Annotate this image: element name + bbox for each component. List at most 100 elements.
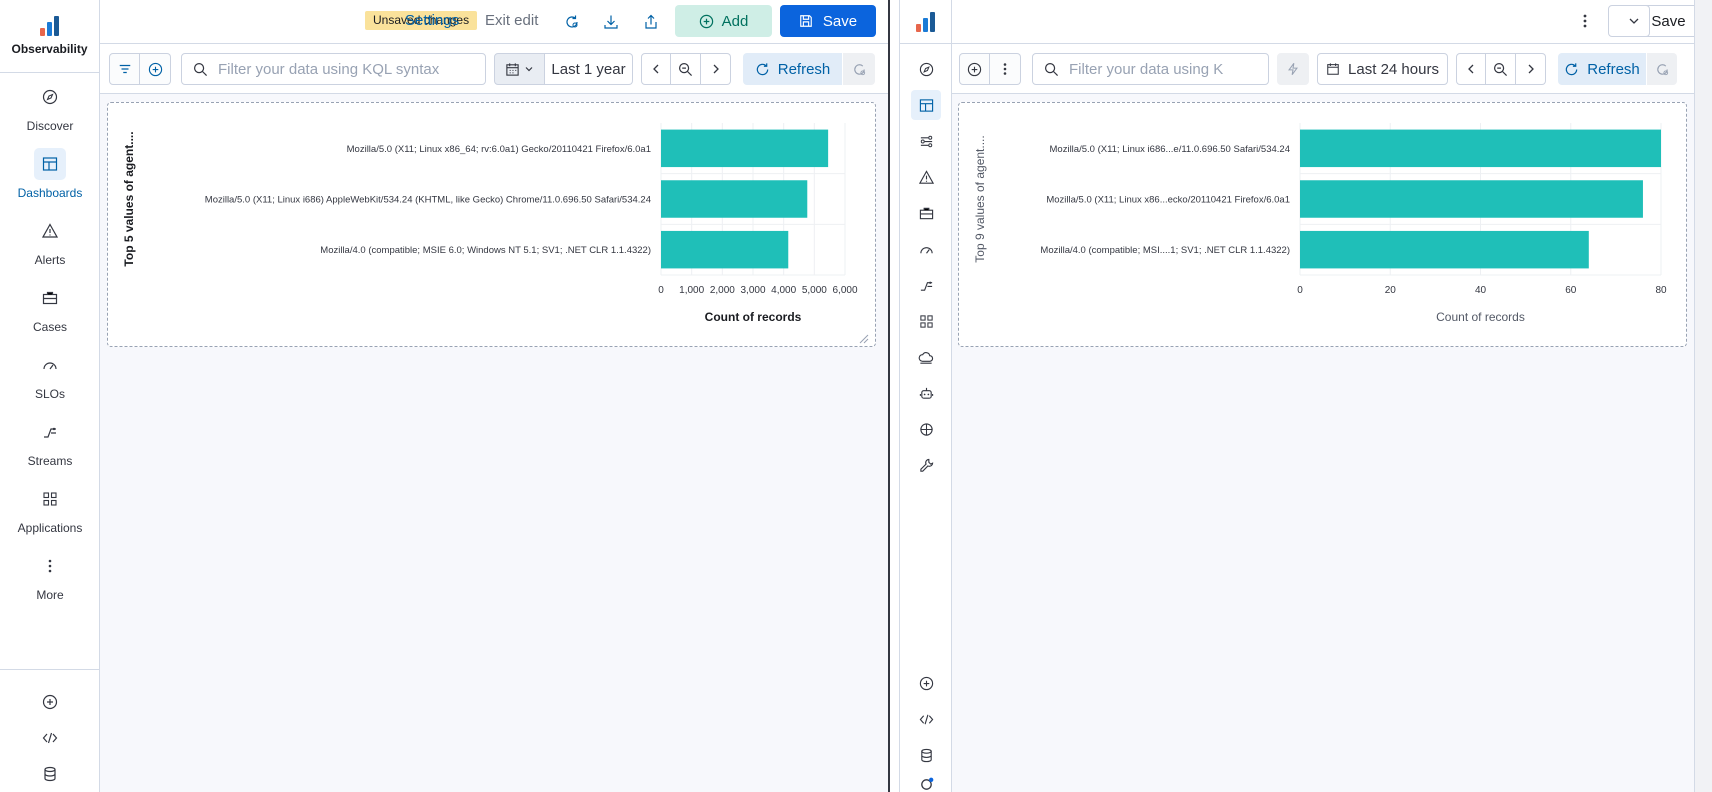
tick-label: 20 (1385, 285, 1397, 296)
nav-item-label: Applications (17, 520, 83, 535)
refresh-icon (1566, 62, 1578, 75)
nav-item-applications[interactable]: Applications (0, 475, 100, 542)
nav-item-slos[interactable]: SLOs (0, 341, 100, 408)
nav-item-dashboards[interactable]: Dashboards (0, 140, 100, 207)
chart-panel-left[interactable]: Mozilla/5.0 (X11; Linux x86_64; rv:6.0a1… (107, 102, 876, 347)
prev-period-button[interactable] (641, 53, 671, 85)
tick-label: 1,000 (679, 285, 704, 296)
exit-edit-button[interactable]: Exit edit (485, 12, 538, 29)
refresh-button[interactable]: Refresh (743, 53, 842, 85)
chevron-left-icon (1468, 64, 1474, 74)
tick-label: 2,000 (710, 285, 735, 296)
nav-item-streams[interactable]: Streams (0, 408, 100, 475)
settings-icon[interactable] (911, 776, 941, 792)
code-icon[interactable] (0, 720, 100, 756)
download-icon[interactable] (600, 11, 622, 33)
right-prev-period-button[interactable] (1456, 53, 1486, 85)
tick-label: 60 (1565, 285, 1577, 296)
calendar-icon (1327, 63, 1339, 75)
add-panel-button[interactable]: Add (675, 5, 772, 37)
settings-button[interactable]: Settings (405, 12, 459, 29)
next-period-button[interactable] (701, 53, 731, 85)
observability-logo-icon (915, 11, 936, 32)
apps-icon (34, 483, 66, 515)
share-icon[interactable] (640, 11, 662, 33)
wrench-icon[interactable] (911, 450, 941, 480)
y-axis-label: Top 5 values of agent.... (122, 131, 136, 266)
nav-item-more[interactable]: More (0, 542, 100, 609)
date-picker[interactable]: Last 1 year (545, 53, 633, 85)
right-zoom-out-button[interactable] (1486, 53, 1516, 85)
bar (661, 180, 808, 218)
nav-item-alerts[interactable]: Alerts (0, 207, 100, 274)
ml-icon[interactable] (911, 414, 941, 444)
nav-item-label: Cases (32, 319, 67, 334)
lightning-icon (1288, 63, 1298, 75)
split-divider[interactable] (888, 0, 900, 792)
cloud-icon[interactable] (911, 342, 941, 372)
streams-icon[interactable] (911, 126, 941, 156)
right-date-range-label: Last 24 hours (1348, 60, 1439, 78)
zoom-out-button[interactable] (671, 53, 701, 85)
date-quick-menu[interactable] (494, 53, 545, 85)
right-toolbar: Save (952, 0, 1712, 44)
query-submit-button[interactable] (1277, 53, 1309, 85)
brand[interactable]: Observability (0, 0, 99, 73)
right-auto-refresh-button[interactable] (1647, 53, 1677, 85)
auto-refresh-button[interactable] (843, 53, 875, 85)
nav-item-label: Streams (27, 453, 73, 468)
dashboard-icon[interactable] (911, 90, 941, 120)
chart-panel-right[interactable]: Mozilla/5.0 (X11; Linux i686...e/11.0.69… (958, 102, 1687, 347)
compass-icon (34, 81, 66, 113)
more-vertical-icon[interactable] (1582, 12, 1588, 35)
gauge-icon[interactable] (911, 234, 941, 264)
nav-item-discover[interactable]: Discover (0, 73, 100, 140)
right-kql-search-input[interactable]: Filter your data using K (1032, 53, 1269, 85)
brand-logo[interactable] (900, 0, 951, 44)
date-range-label: Last 1 year (551, 60, 626, 78)
nav-item-cases[interactable]: Cases (0, 274, 100, 341)
right-refresh-label: Refresh (1587, 60, 1640, 78)
add-filter-icon[interactable] (959, 53, 990, 85)
apps-icon[interactable] (911, 306, 941, 336)
zoom-out-icon (678, 62, 693, 76)
y-axis-label: Top 9 values of agent.... (973, 135, 987, 262)
category-label: Mozilla/4.0 (compatible; MSI....1; SV1; … (1040, 245, 1290, 256)
tick-label: 0 (1297, 285, 1303, 296)
right-next-period-button[interactable] (1516, 53, 1546, 85)
bar (661, 129, 829, 168)
icon-rail (900, 0, 952, 792)
bar (1300, 230, 1589, 269)
tick-label: 80 (1655, 285, 1667, 296)
dashboard-toolbar: Unsaved changes Settings Exit edit Add S… (100, 0, 888, 44)
right-date-picker[interactable]: Last 24 hours (1317, 53, 1448, 85)
discover-icon[interactable] (911, 54, 941, 84)
robot-icon[interactable] (911, 378, 941, 408)
database-icon[interactable] (911, 740, 941, 770)
kql-search-input[interactable]: Filter your data using KQL syntax (181, 53, 486, 85)
add-icon[interactable] (0, 684, 100, 720)
bar-chart-left: Mozilla/5.0 (X11; Linux x86_64; rv:6.0a1… (122, 123, 869, 344)
add-icon[interactable] (911, 668, 941, 698)
chevron-right-icon (1528, 64, 1534, 74)
query-menu-icon[interactable] (990, 53, 1021, 85)
database-icon[interactable] (0, 756, 100, 792)
scrollbar[interactable] (1694, 0, 1712, 792)
zoom-out-icon (1493, 62, 1508, 76)
briefcase-icon[interactable] (911, 198, 941, 228)
tick-label: 6,000 (832, 285, 857, 296)
save-button[interactable]: Save (780, 5, 876, 37)
search-placeholder: Filter your data using KQL syntax (218, 60, 440, 78)
gauge-icon (34, 349, 66, 381)
dashboard-icon (34, 147, 66, 180)
category-label: Mozilla/5.0 (X11; Linux i686) AppleWebKi… (205, 195, 651, 206)
streams-branch-icon[interactable] (911, 270, 941, 300)
save-options-button[interactable] (1618, 5, 1650, 37)
reset-icon[interactable] (561, 11, 583, 33)
filter-icon[interactable] (109, 53, 140, 85)
add-filter-icon[interactable] (140, 53, 171, 85)
right-refresh-button[interactable]: Refresh (1558, 53, 1646, 85)
alert-icon[interactable] (911, 162, 941, 192)
code-icon[interactable] (911, 704, 941, 734)
bar-chart-right: Mozilla/5.0 (X11; Linux i686...e/11.0.69… (973, 123, 1667, 324)
